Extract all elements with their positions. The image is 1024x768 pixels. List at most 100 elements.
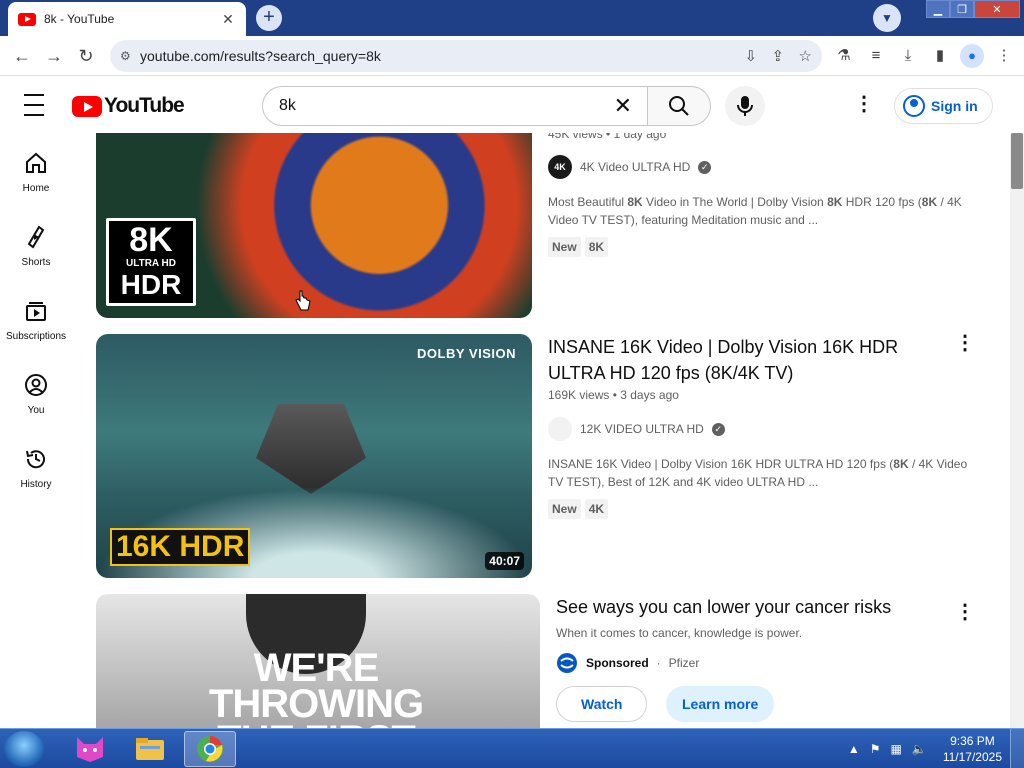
badges-2: New 4K	[548, 499, 609, 519]
video-description-2: INSANE 16K Video | Dolby Vision 16K HDR …	[548, 457, 968, 489]
badges-1: New 8K	[548, 237, 609, 257]
browser-tab-strip: 8k - YouTube ✕ + ▼ ▁ ❐ ✕	[0, 0, 1024, 36]
video-thumbnail-2[interactable]: DOLBY VISION 16K HDR 40:07	[96, 334, 532, 578]
overlay-ultrahd-text: ULTRA HD	[126, 258, 176, 269]
page-scrollbar[interactable]	[1010, 133, 1024, 728]
verified-check-icon: ✓	[711, 422, 725, 436]
close-window-button[interactable]: ✕	[974, 0, 1020, 18]
ship-shape	[256, 404, 366, 494]
taskbar-file-explorer-icon[interactable]	[124, 731, 176, 767]
youtube-favicon-icon	[18, 12, 36, 26]
video-description-1: Most Beautiful 8K Video in The World | D…	[548, 195, 962, 227]
site-info-icon[interactable]: ⚙	[120, 49, 140, 63]
address-bar[interactable]: ⚙ youtube.com/results?search_query=8k ⇩ …	[110, 40, 822, 72]
bookmark-star-icon[interactable]: ☆	[799, 48, 812, 65]
tab-close-button[interactable]: ✕	[220, 11, 236, 28]
more-actions-icon[interactable]: ⋮	[955, 602, 975, 622]
browser-tab[interactable]: 8k - YouTube ✕	[8, 2, 246, 36]
video-meta-2: 169K views • 3 days ago	[548, 388, 679, 402]
video-thumbnail-1[interactable]: 8K ULTRA HD HDR	[96, 133, 532, 318]
badge-4k: 4K	[584, 499, 609, 519]
badge-8k: 8K	[584, 237, 609, 257]
8k-hdr-overlay: 8K ULTRA HD HDR	[106, 218, 196, 306]
more-actions-icon[interactable]: ⋮	[955, 333, 975, 353]
window-controls: ▁ ❐ ✕	[926, 0, 1020, 18]
ad-thumbnail[interactable]: WE'RE THROWING THE FIRST	[96, 594, 540, 728]
settings-more-icon[interactable]: ⋮	[854, 94, 874, 116]
search-results: 8K ULTRA HD HDR 45K views • 1 day ago 4K…	[0, 133, 1010, 728]
minimize-button[interactable]: ▁	[926, 0, 950, 18]
channel-avatar-2[interactable]	[548, 417, 572, 441]
tray-expand-icon[interactable]: ▲	[848, 742, 860, 756]
ad-title[interactable]: See ways you can lower your cancer risks	[556, 594, 936, 620]
clock-date: 11/17/2025	[942, 750, 1002, 764]
video-duration-2: 40:07	[485, 552, 524, 570]
voice-search-button[interactable]	[725, 86, 765, 126]
share-icon[interactable]: ⇪	[772, 48, 785, 65]
taskbar-clock[interactable]: 9:36 PM 11/17/2025	[943, 733, 1002, 765]
16k-hdr-overlay: 16K HDR	[110, 528, 251, 566]
account-circle-icon	[903, 95, 925, 117]
verified-check-icon: ✓	[698, 160, 712, 174]
advertiser-name: Pfizer	[668, 656, 700, 670]
back-arrow-icon[interactable]: ←	[10, 44, 34, 68]
badge-new: New	[548, 237, 581, 257]
new-tab-button[interactable]: +	[256, 5, 282, 31]
system-tray: ▲ ⚑ ▦ 🔈 9:36 PM 11/17/2025	[848, 729, 1024, 768]
network-icon[interactable]: ▦	[891, 742, 902, 756]
profile-avatar-icon[interactable]: ●	[960, 44, 984, 68]
show-desktop-button[interactable]	[1010, 729, 1024, 768]
tab-search-chevron-icon[interactable]: ▼	[873, 4, 901, 32]
downloads-icon[interactable]: ⤓	[896, 44, 920, 68]
tab-title: 8k - YouTube	[44, 12, 115, 26]
install-app-icon[interactable]: ⇩	[744, 48, 757, 65]
watch-button[interactable]: Watch	[556, 686, 648, 722]
ad-overlay-text: WE'RE THROWING THE FIRST	[208, 646, 424, 728]
sign-in-button[interactable]: Sign in	[894, 88, 993, 124]
sign-in-label: Sign in	[931, 98, 978, 114]
maximize-button[interactable]: ❐	[950, 0, 974, 18]
action-center-flag-icon[interactable]: ⚑	[870, 742, 881, 756]
video-meta-1: 45K views • 1 day ago	[548, 133, 667, 141]
youtube-logo-text: YouTube	[104, 94, 185, 117]
video-title-2[interactable]: INSANE 16K Video | Dolby Vision 16K HDR …	[548, 334, 938, 386]
ad-subtitle: When it comes to cancer, knowledge is po…	[556, 626, 803, 640]
search-query[interactable]: 8k	[279, 97, 614, 115]
channel-name-2[interactable]: 12K VIDEO ULTRA HD	[580, 422, 704, 436]
taskbar-chrome-icon[interactable]	[184, 731, 236, 767]
sponsored-label: Sponsored	[586, 656, 649, 670]
channel-avatar-1[interactable]: 4K	[548, 155, 572, 179]
youtube-header: YouTube 8k ✕ ⋮ Sign in	[0, 77, 1010, 133]
volume-muted-icon[interactable]: 🔈	[912, 742, 927, 756]
channel-row-2[interactable]: 12K VIDEO ULTRA HD ✓	[548, 417, 725, 441]
channel-row-1[interactable]: 4K 4K Video ULTRA HD ✓	[548, 155, 712, 179]
reading-list-icon[interactable]: ≡	[864, 44, 888, 68]
search-input[interactable]: 8k ✕	[262, 86, 648, 126]
hand-cursor-icon	[295, 290, 311, 311]
side-panel-icon[interactable]: ▮	[928, 44, 952, 68]
hamburger-menu-icon[interactable]	[24, 94, 46, 116]
microphone-icon	[737, 96, 753, 116]
extensions-icon[interactable]: ⚗	[832, 44, 856, 68]
pfizer-logo-icon	[557, 653, 577, 673]
reload-icon[interactable]: ↻	[74, 44, 98, 68]
browser-toolbar: ← → ↻ ⚙ youtube.com/results?search_query…	[0, 36, 1024, 76]
badge-new: New	[548, 499, 581, 519]
taskbar-app-pink-cat-icon[interactable]	[64, 731, 116, 767]
youtube-logo[interactable]: YouTube	[72, 94, 185, 118]
learn-more-button[interactable]: Learn more	[666, 686, 775, 722]
ad-sponsor-row: Sponsored · Pfizer	[556, 652, 699, 674]
search-icon	[669, 96, 689, 116]
forward-arrow-icon[interactable]: →	[42, 44, 66, 68]
clock-time: 9:36 PM	[950, 734, 995, 748]
url-text[interactable]: youtube.com/results?search_query=8k	[140, 48, 734, 64]
dolby-vision-logo: DOLBY VISION	[417, 346, 516, 361]
windows-taskbar: ▲ ⚑ ▦ 🔈 9:36 PM 11/17/2025	[0, 728, 1024, 768]
start-button[interactable]	[4, 731, 44, 767]
scrollbar-thumb[interactable]	[1011, 133, 1023, 189]
chrome-menu-icon[interactable]: ⋮	[992, 44, 1016, 68]
search-button[interactable]	[647, 86, 711, 126]
channel-name-1[interactable]: 4K Video ULTRA HD	[580, 160, 690, 174]
youtube-play-logo-icon	[72, 95, 102, 117]
clear-search-icon[interactable]: ✕	[614, 93, 632, 119]
